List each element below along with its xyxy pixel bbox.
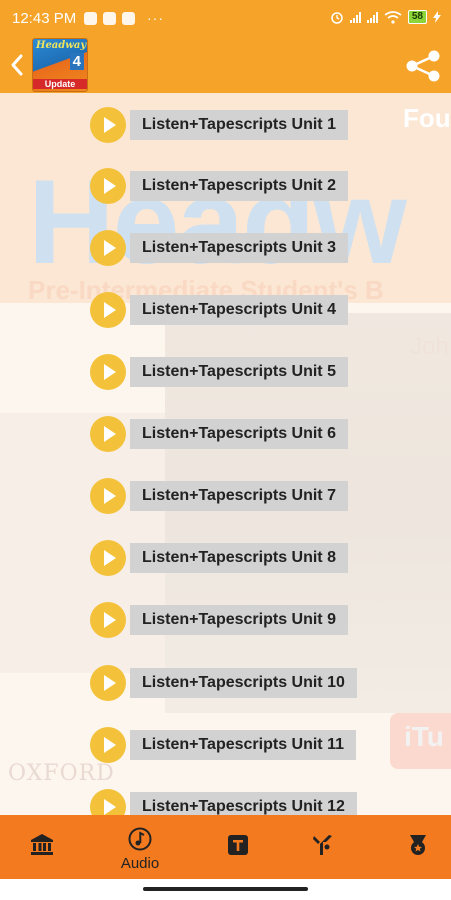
list-item[interactable]: Listen+Tapescripts Unit 7 [90,478,348,514]
play-button[interactable] [90,602,126,638]
nav-item-home[interactable] [12,815,72,879]
signal-icon [349,11,361,23]
play-icon [104,364,116,380]
signal-icon [366,11,378,23]
play-button[interactable] [90,789,126,815]
badge-icon [410,835,426,855]
play-button[interactable] [90,168,126,204]
back-button[interactable] [6,51,28,79]
wifi-icon [384,10,402,24]
notification-icon [103,11,116,25]
play-icon [104,240,116,256]
nav-item-label: Audio [120,855,160,872]
app-logo: Headway 4 Update [32,38,88,92]
system-icons: 58 [330,10,441,24]
nav-item-tools[interactable] [293,815,353,879]
list-item[interactable]: Listen+Tapescripts Unit 11 [90,727,356,763]
track-label[interactable]: Listen+Tapescripts Unit 10 [130,668,357,698]
list-item[interactable]: Listen+Tapescripts Unit 3 [90,230,348,266]
bottom-navigation: Audio [0,815,451,879]
play-icon [104,612,116,628]
status-bar: 12:43 PM ··· 58 [0,0,451,37]
track-label[interactable]: Listen+Tapescripts Unit 5 [130,357,348,387]
play-icon [104,799,116,815]
alarm-icon [331,12,343,24]
play-icon [104,737,116,753]
play-button[interactable] [90,540,126,576]
track-label[interactable]: Listen+Tapescripts Unit 12 [130,792,357,815]
nav-item-audio[interactable]: Audio [110,815,170,879]
tool-icon [313,835,332,855]
share-icon [406,50,440,82]
list-item[interactable]: Listen+Tapescripts Unit 8 [90,540,348,576]
track-label[interactable]: Listen+Tapescripts Unit 7 [130,481,348,511]
play-button[interactable] [90,354,126,390]
logo-number: 4 [69,53,84,70]
gesture-area [0,879,451,900]
track-label[interactable]: Listen+Tapescripts Unit 4 [130,295,348,325]
app-bar: Headway 4 Update [0,37,451,93]
play-button[interactable] [90,727,126,763]
battery-indicator: 58 [407,10,427,24]
list-item[interactable]: Listen+Tapescripts Unit 1 [90,107,348,143]
play-icon [104,426,116,442]
play-icon [104,675,116,691]
bank-icon [31,834,53,855]
play-icon [104,550,116,566]
logo-badge: Update [33,79,87,89]
nav-item-text[interactable] [208,815,268,879]
play-button[interactable] [90,416,126,452]
track-label[interactable]: Listen+Tapescripts Unit 2 [130,171,348,201]
list-item[interactable]: Listen+Tapescripts Unit 4 [90,292,348,328]
list-item[interactable]: Listen+Tapescripts Unit 9 [90,602,348,638]
home-gesture-bar[interactable] [143,887,308,891]
list-item[interactable]: Listen+Tapescripts Unit 5 [90,354,348,390]
notification-icons: ··· [84,10,164,26]
nav-item-awards[interactable] [388,815,448,879]
play-button[interactable] [90,292,126,328]
more-notifications-icon: ··· [147,10,164,26]
chevron-left-icon [11,54,23,76]
track-label[interactable]: Listen+Tapescripts Unit 8 [130,543,348,573]
play-icon [104,302,116,318]
track-label[interactable]: Listen+Tapescripts Unit 3 [130,233,348,263]
music-note-icon [128,827,152,851]
play-icon [104,117,116,133]
notification-icon [122,11,135,25]
track-label[interactable]: Listen+Tapescripts Unit 1 [130,110,348,140]
track-list: Listen+Tapescripts Unit 1 Listen+Tapescr… [0,93,451,815]
logo-title: Headway [36,40,87,51]
track-label[interactable]: Listen+Tapescripts Unit 6 [130,419,348,449]
list-item[interactable]: Listen+Tapescripts Unit 10 [90,665,357,701]
list-item[interactable]: Listen+Tapescripts Unit 12 [90,789,357,815]
status-time: 12:43 PM [12,10,77,27]
track-label[interactable]: Listen+Tapescripts Unit 9 [130,605,348,635]
charging-icon [433,11,441,23]
track-label[interactable]: Listen+Tapescripts Unit 11 [130,730,356,760]
play-icon [104,488,116,504]
play-button[interactable] [90,665,126,701]
text-t-icon [228,835,248,855]
share-button[interactable] [403,49,443,83]
play-icon [104,178,116,194]
list-item[interactable]: Listen+Tapescripts Unit 6 [90,416,348,452]
play-button[interactable] [90,478,126,514]
notification-icon [84,11,97,25]
play-button[interactable] [90,230,126,266]
list-item[interactable]: Listen+Tapescripts Unit 2 [90,168,348,204]
play-button[interactable] [90,107,126,143]
